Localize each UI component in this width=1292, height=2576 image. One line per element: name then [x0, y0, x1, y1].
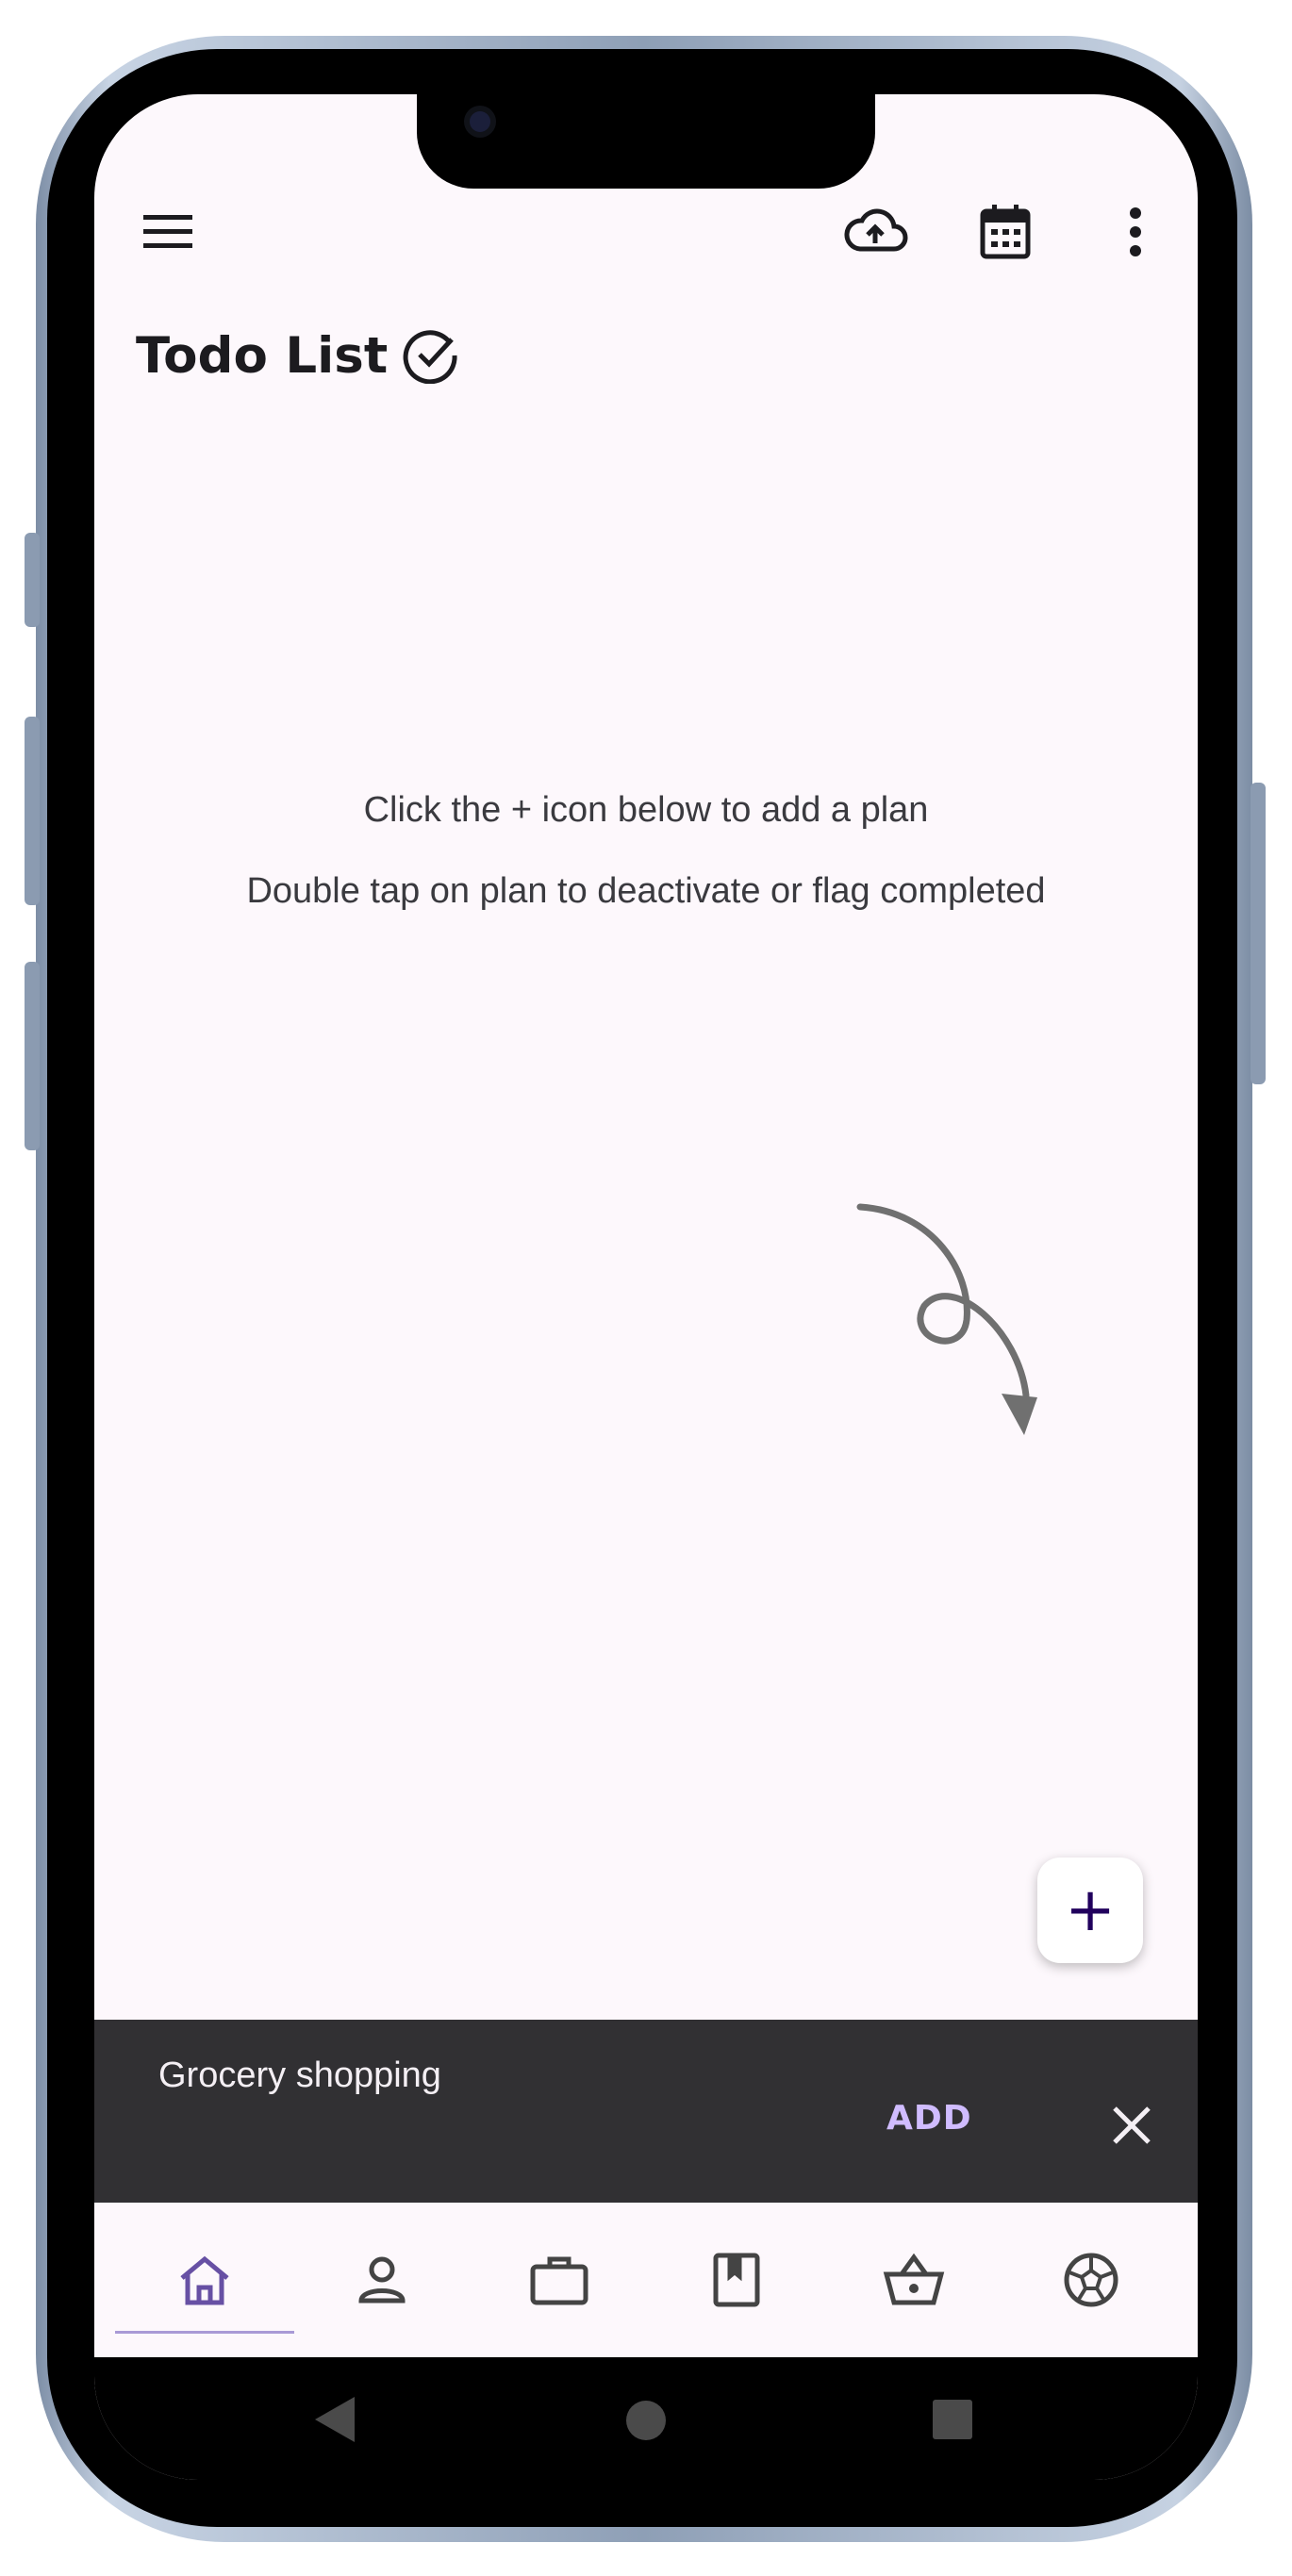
more-options-button[interactable] — [1098, 194, 1173, 270]
close-icon — [1113, 2106, 1151, 2144]
calendar-button[interactable] — [968, 194, 1043, 270]
nav-item-home[interactable] — [115, 2203, 294, 2357]
calendar-icon — [980, 205, 1031, 259]
book-icon — [713, 2253, 760, 2307]
mute-switch — [25, 533, 40, 627]
bottom-navigation — [94, 2203, 1198, 2357]
snackbar-add-button[interactable]: ADD — [886, 2099, 972, 2138]
nav-item-shopping[interactable] — [824, 2203, 1003, 2357]
nav-selected-indicator — [115, 2331, 294, 2334]
nav-item-work[interactable] — [470, 2203, 649, 2357]
nav-item-sports[interactable] — [1002, 2203, 1181, 2357]
system-navigation-bar — [94, 2357, 1198, 2480]
briefcase-icon — [530, 2256, 588, 2305]
home-circle-icon[interactable] — [624, 2399, 668, 2442]
power-button — [1251, 783, 1266, 1084]
nav-item-study[interactable] — [647, 2203, 826, 2357]
soccer-ball-icon — [1064, 2253, 1118, 2307]
back-triangle-icon[interactable] — [313, 2395, 356, 2444]
volume-down-button — [25, 962, 40, 1150]
add-icon: + — [1065, 1875, 1116, 1945]
snackbar: Grocery shopping ADD — [94, 2020, 1198, 2203]
notch — [417, 94, 875, 189]
volume-up-button — [25, 717, 40, 905]
more-vert-icon — [1130, 207, 1141, 256]
snackbar-text: Grocery shopping — [158, 2056, 441, 2095]
screen: Todo List Click the + icon below to add … — [94, 94, 1198, 2480]
menu-icon — [143, 215, 192, 248]
curly-arrow-icon — [856, 1203, 1037, 1435]
cloud-upload-icon — [844, 208, 908, 252]
person-icon — [358, 2256, 406, 2304]
empty-state-hint-2: Double tap on plan to deactivate or flag… — [246, 871, 1046, 911]
check-circle-icon — [403, 330, 457, 384]
nav-item-profile[interactable] — [292, 2203, 472, 2357]
snackbar-close-button[interactable] — [1103, 2097, 1160, 2154]
front-camera — [470, 111, 490, 132]
page-title: Todo List — [136, 313, 459, 398]
recents-square-icon[interactable] — [932, 2399, 973, 2440]
page-title-text: Todo List — [136, 326, 389, 385]
cloud-upload-button[interactable] — [837, 194, 913, 270]
home-icon — [180, 2255, 229, 2305]
menu-button[interactable] — [130, 194, 206, 270]
add-plan-fab[interactable]: + — [1037, 1858, 1143, 1963]
empty-state-hint-1: Click the + icon below to add a plan — [363, 790, 929, 830]
basket-icon — [883, 2254, 945, 2305]
